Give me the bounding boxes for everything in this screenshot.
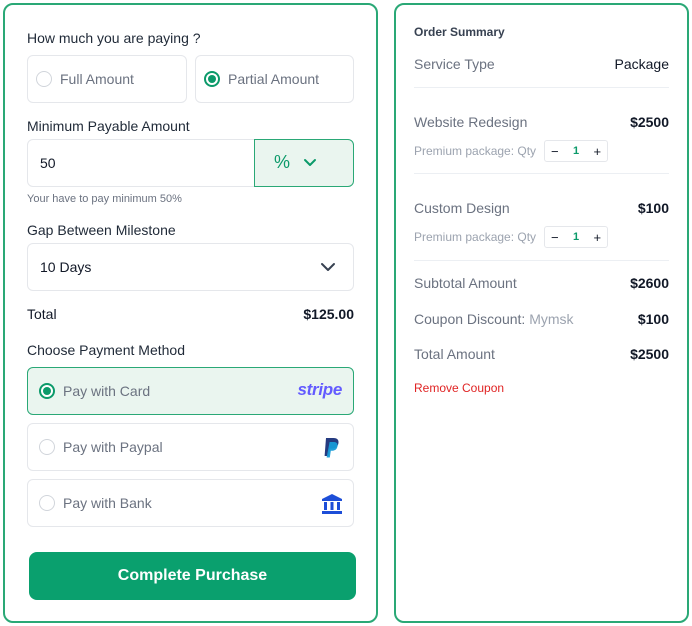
bank-label: Pay with Bank (63, 495, 152, 511)
divider (414, 173, 669, 174)
qty-value: 1 (572, 231, 580, 243)
partial-amount-radio[interactable] (204, 71, 220, 87)
total-row: Total $125.00 (27, 306, 354, 322)
gap-label: Gap Between Milestone (27, 222, 176, 238)
divider (414, 260, 669, 261)
card-label: Pay with Card (63, 383, 151, 399)
item-sub-label: Premium package: Qty (414, 230, 537, 244)
chevron-down-icon (321, 263, 335, 271)
payment-method-bank[interactable]: Pay with Bank (27, 479, 354, 527)
subtotal-value: $2600 (630, 275, 669, 291)
total-amount-label: Total Amount (414, 346, 495, 362)
unit-select[interactable]: % (254, 139, 354, 187)
item-price: $2500 (630, 114, 669, 130)
item-row: Website Redesign $2500 (414, 114, 669, 130)
coupon-value: $100 (637, 311, 669, 327)
paypal-icon (324, 438, 339, 458)
min-payable-input[interactable]: 50 (27, 139, 255, 187)
coupon-code: Mymsk (529, 311, 574, 327)
method-label: Choose Payment Method (27, 342, 185, 358)
item-name: Custom Design (414, 200, 510, 216)
service-type-label: Service Type (414, 56, 495, 72)
service-type-row: Service Type Package (414, 56, 669, 72)
minus-button[interactable]: − (551, 231, 559, 244)
chevron-down-icon (304, 159, 316, 166)
divider (414, 87, 669, 88)
subtotal-label: Subtotal Amount (414, 275, 517, 291)
full-amount-label: Full Amount (60, 71, 134, 87)
total-amount-row: Total Amount $2500 (414, 346, 669, 362)
item-name: Website Redesign (414, 114, 528, 130)
order-summary-title: Order Summary (414, 25, 505, 39)
gap-value: 10 Days (40, 259, 92, 275)
plus-button[interactable]: + (593, 231, 601, 244)
payment-method-paypal[interactable]: Pay with Paypal (27, 423, 354, 471)
complete-purchase-button[interactable]: Complete Purchase (29, 552, 356, 600)
bank-icon (322, 494, 342, 514)
quantity-stepper[interactable]: − 1 + (544, 226, 609, 248)
paypal-label: Pay with Paypal (63, 439, 163, 455)
total-value: $125.00 (303, 306, 354, 322)
subtotal-row: Subtotal Amount $2600 (414, 275, 669, 291)
item-row: Custom Design $100 (414, 200, 669, 216)
service-type-value: Package (614, 56, 669, 72)
item-sub-label: Premium package: Qty (414, 144, 537, 158)
order-summary-panel: Order Summary Service Type Package Websi… (394, 3, 689, 623)
paypal-radio[interactable] (39, 439, 55, 455)
item-price: $100 (637, 200, 669, 216)
bank-radio[interactable] (39, 495, 55, 511)
checkout-panel: How much you are paying ? Full Amount Pa… (3, 3, 378, 623)
card-radio[interactable] (39, 383, 55, 399)
total-amount-value: $2500 (630, 346, 669, 362)
gap-select[interactable]: 10 Days (27, 243, 354, 291)
partial-amount-label: Partial Amount (228, 71, 320, 87)
remove-coupon-link[interactable]: Remove Coupon (414, 381, 504, 395)
full-amount-option[interactable]: Full Amount (27, 55, 187, 103)
total-label: Total (27, 306, 57, 322)
item-qty-line: Premium package: Qty − 1 + (414, 226, 609, 248)
plus-button[interactable]: + (593, 145, 601, 158)
minus-button[interactable]: − (551, 145, 559, 158)
partial-amount-option[interactable]: Partial Amount (195, 55, 354, 103)
min-payable-label: Minimum Payable Amount (27, 118, 190, 134)
item-qty-line: Premium package: Qty − 1 + (414, 140, 609, 162)
min-payable-hint: Your have to pay minimum 50% (27, 193, 182, 205)
qty-value: 1 (572, 145, 580, 157)
quantity-stepper[interactable]: − 1 + (544, 140, 609, 162)
payment-method-card[interactable]: Pay with Card stripe (27, 367, 354, 415)
full-amount-radio[interactable] (36, 71, 52, 87)
coupon-label: Coupon Discount: (414, 311, 526, 327)
percent-symbol: % (274, 152, 291, 172)
coupon-row: Coupon Discount: Mymsk $100 (414, 311, 669, 327)
paying-question: How much you are paying ? (27, 30, 201, 46)
min-payable-value: 50 (40, 155, 56, 171)
stripe-logo: stripe (297, 380, 343, 399)
coupon-text: Coupon Discount: Mymsk (414, 311, 574, 327)
